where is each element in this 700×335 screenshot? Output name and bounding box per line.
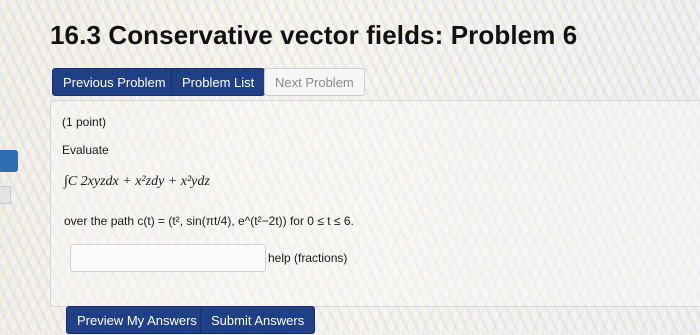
side-tab[interactable] [0,186,11,204]
submit-answers-button[interactable]: Submit Answers [200,306,316,334]
help-fractions-link[interactable]: help (fractions) [268,251,347,265]
page-title: 16.3 Conservative vector fields: Problem… [50,20,578,50]
path-text: over the path c(t) = (t², sin(πt/4), e^(… [64,214,354,228]
next-problem-button[interactable]: Next Problem [264,68,365,96]
points-label: (1 point) [62,115,107,129]
preview-answers-button[interactable]: Preview My Answers [66,306,208,334]
answer-input[interactable] [70,244,266,272]
problem-panel [50,100,700,307]
instruction-text: Evaluate [62,143,109,157]
previous-problem-button[interactable]: Previous Problem [52,68,177,96]
integral-expression: ∫C 2xyzdx + x²zdy + x²ydz [64,174,210,189]
side-tab-active[interactable] [0,150,18,172]
problem-list-button[interactable]: Problem List [171,68,266,96]
